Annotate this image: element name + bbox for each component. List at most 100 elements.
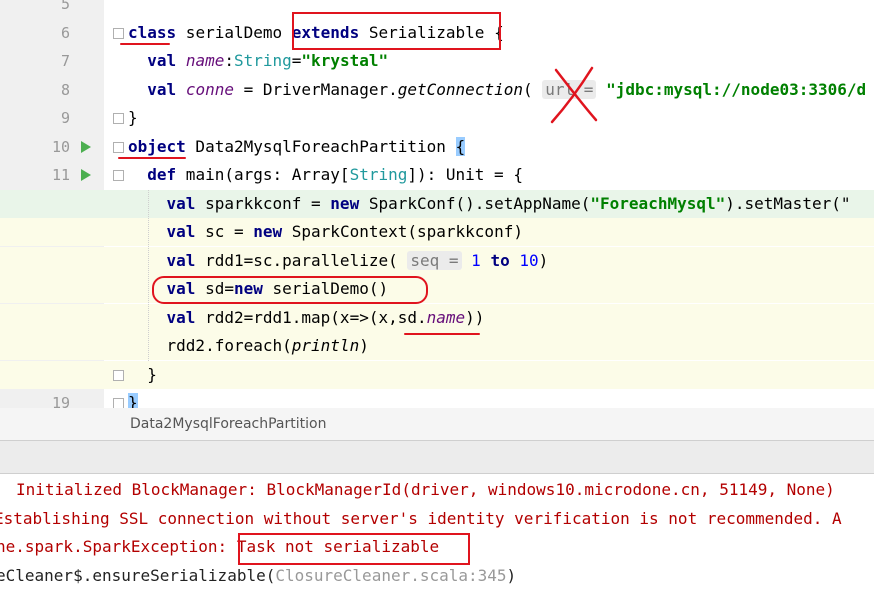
code-token: name (426, 307, 466, 327)
code-line[interactable]: def main(args: Array[String]): Unit = { (128, 161, 523, 189)
code-token: def (147, 165, 177, 184)
code-line[interactable]: val conne = DriverManager.getConnection(… (128, 76, 866, 104)
code-token: new (330, 193, 360, 213)
code-token: val (166, 307, 196, 327)
sd-name-underline (404, 333, 480, 335)
breadcrumb-label: Data2MysqlForeachPartition (130, 416, 327, 432)
code-token: String (349, 165, 408, 184)
console-line: Establishing SSL connection without serv… (0, 505, 842, 533)
fold-marker-icon[interactable] (113, 141, 124, 153)
line-number: 8 (60, 80, 70, 99)
line-number: 11 (51, 166, 70, 184)
cross-mark-icon (550, 66, 598, 124)
fold-marker-icon[interactable] (113, 113, 124, 124)
code-token: sparkkconf = (195, 193, 331, 213)
code-token: } (128, 108, 138, 127)
line-number: 5 (60, 0, 70, 13)
run-gutter-icon[interactable] (81, 169, 91, 181)
panel-divider[interactable] (0, 440, 874, 474)
code-token: val (166, 193, 196, 213)
code-line[interactable]: rdd2.foreach(println) (128, 332, 369, 360)
code-token: ( (522, 79, 543, 99)
new-serialdemo-circle (152, 276, 428, 304)
code-line[interactable]: val sparkkconf = new SparkConf().setAppN… (128, 190, 851, 218)
code-line[interactable]: } (128, 104, 138, 132)
code-token: SparkContext(sparkkconf) (282, 222, 523, 241)
code-line[interactable]: } (128, 361, 157, 389)
console-line: Initialized BlockManager: BlockManagerId… (16, 476, 835, 504)
code-token: ).setMaster(" (725, 193, 851, 213)
console-token: Initialized BlockManager: BlockManagerId… (16, 480, 835, 499)
line-number: 10 (51, 137, 70, 156)
code-token: name (185, 51, 225, 70)
code-token: new (253, 222, 283, 241)
code-token: } (128, 364, 157, 384)
code-line[interactable]: val name:String="krystal" (128, 47, 388, 75)
line-number: 7 (60, 52, 70, 70)
class-underline (120, 43, 170, 45)
console-output: Initialized BlockManager: BlockManagerId… (0, 474, 874, 590)
code-line[interactable]: val rdd2=rdd1.map(x=>(x,sd.name)) (128, 304, 485, 332)
console-token: eCleaner$.ensureSerializable( (0, 565, 276, 585)
code-token: main(args: Array[ (176, 165, 350, 184)
code-token: "ForeachMysql" (590, 193, 726, 213)
code-token: Data2MysqlForeachPartition (185, 136, 456, 156)
fold-marker-icon[interactable] (113, 170, 124, 181)
code-token: to (490, 250, 510, 270)
object-underline (118, 157, 186, 159)
code-token: { (455, 136, 466, 156)
fold-marker-icon[interactable] (113, 369, 124, 381)
code-editor[interactable]: 5678910111213141516171819 class serialDe… (0, 0, 874, 440)
console-token: ne.spark.SparkException: (0, 537, 237, 556)
extends-serializable-box (292, 12, 501, 50)
console-token: ) (506, 565, 517, 585)
code-token: conne (185, 79, 234, 99)
code-token: "krystal" (301, 51, 389, 70)
code-token: : (224, 51, 234, 70)
line-number: 6 (60, 23, 70, 42)
code-token: val (147, 79, 177, 99)
code-token: = DriverManager. (233, 79, 398, 99)
code-line[interactable]: val sc = new SparkContext(sparkkconf) (128, 218, 523, 246)
task-not-serializable-box (238, 533, 470, 565)
code-token: ) (538, 250, 549, 270)
console-token: Establishing SSL connection without serv… (0, 508, 842, 528)
fold-marker-icon[interactable] (113, 27, 124, 39)
code-token: sc = (195, 222, 254, 241)
code-token: 10 (519, 250, 539, 270)
code-token: rdd2.foreach( (128, 336, 292, 355)
breadcrumb[interactable]: Data2MysqlForeachPartition (0, 408, 874, 440)
code-token: class (128, 22, 177, 42)
code-token: val (166, 222, 196, 241)
code-token: println (291, 336, 360, 355)
run-gutter-icon[interactable] (81, 140, 91, 153)
code-token: rdd1=sc.parallelize( (195, 250, 408, 270)
code-token: ) (359, 336, 369, 355)
code-line[interactable]: val rdd1=sc.parallelize( seq = 1 to 10) (128, 247, 548, 275)
code-token: val (147, 51, 177, 70)
line-number: 9 (60, 109, 70, 127)
code-token: serialDemo (176, 22, 292, 42)
console-line: eCleaner$.ensureSerializable(ClosureClea… (0, 562, 516, 590)
code-token: object (128, 136, 186, 156)
code-token: getConnection (397, 79, 523, 99)
parameter-hint: seq = (407, 250, 462, 270)
code-token: rdd2=rdd1.map(x=>(x,sd. (195, 307, 427, 327)
code-token: val (166, 250, 196, 270)
code-token: "jdbc:mysql://node03:3306/d (606, 79, 867, 99)
code-token: )) (465, 307, 485, 327)
code-token: String (233, 51, 292, 70)
code-token: = (291, 51, 302, 70)
